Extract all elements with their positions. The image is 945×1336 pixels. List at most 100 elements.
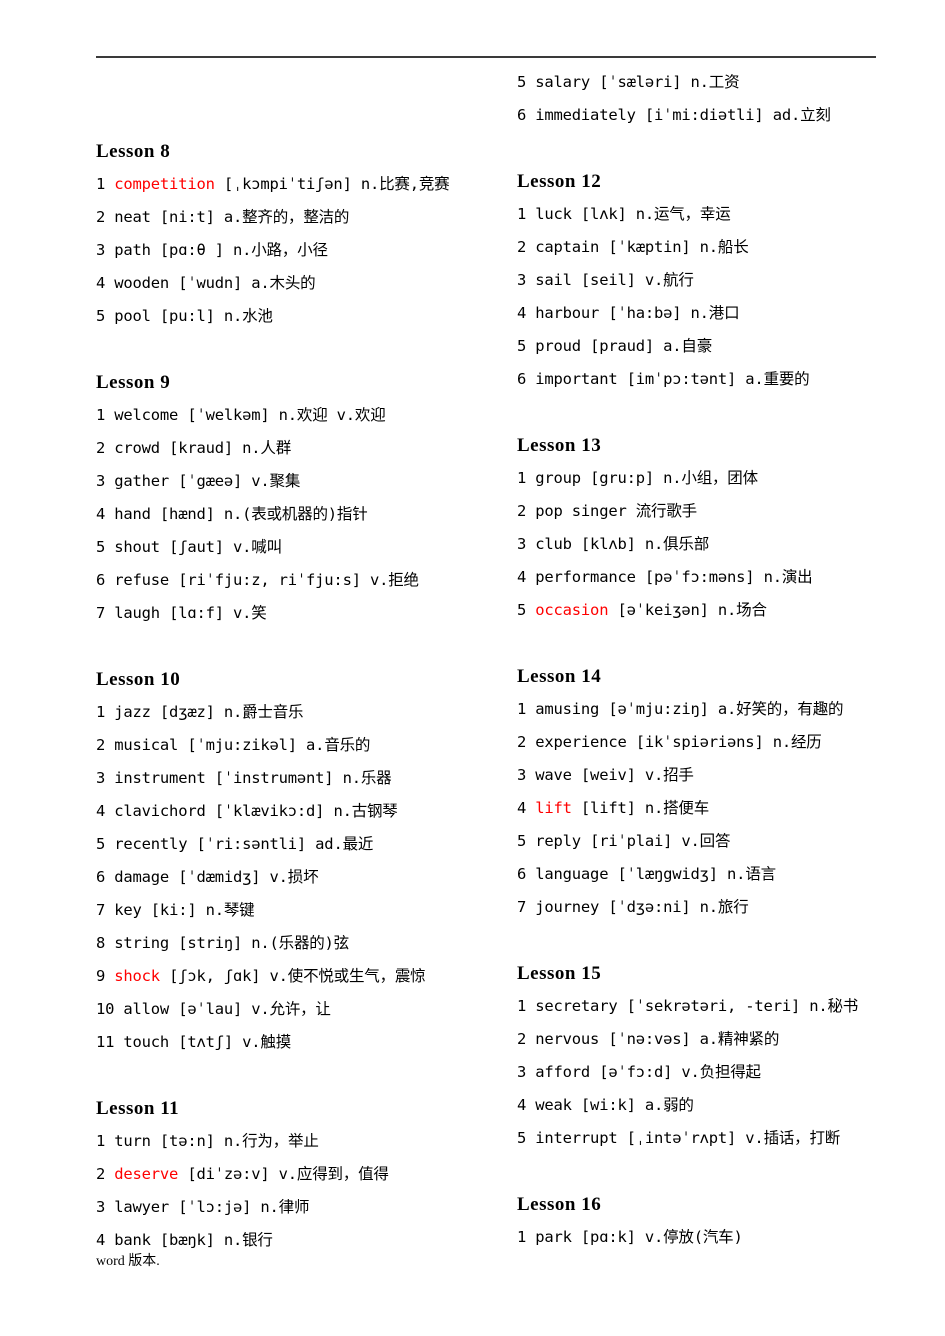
right-column: 5 salary [ˈsæləri] n.工资 6 immediately [iˈ… [517,0,937,1254]
entry-meaning: v.插话，打断 [736,1129,841,1147]
entry-number: 2 [517,238,536,256]
vocabulary-entry: 3 lawyer [ˈlɔ:jə] n.律师 [96,1191,516,1224]
entry-meaning: n.俱乐部 [635,535,710,553]
entry-number: 4 [517,799,536,817]
entry-phonetic: [iˈmi:diətli] [635,106,764,124]
entry-word: path [114,241,151,259]
entry-word: wooden [114,274,170,292]
entry-phonetic: [bæŋk] [150,1231,215,1249]
entry-word: sail [535,271,572,289]
vocabulary-entry: 7 key [ki:] n.琴键 [96,894,516,927]
entry-meaning: ad.立刻 [763,106,831,124]
entry-number: 2 [96,208,115,226]
entry-meaning: n.比赛,竞赛 [351,175,450,193]
entry-number: 1 [517,469,536,487]
entry-number: 1 [96,1132,115,1150]
vocabulary-entry: 2 neat [ni:t] a.整齐的，整洁的 [96,201,516,234]
vocabulary-entry: 5 shout [ʃaut] v.喊叫 [96,531,516,564]
entry-number: 6 [96,868,115,886]
entry-word: wave [535,766,572,784]
entry-word: park [535,1228,572,1246]
entry-meaning: v.拒绝 [360,571,419,589]
entry-word: experience [535,733,627,751]
entry-word: touch [123,1033,170,1051]
vocabulary-entry: 10 allow [əˈlau] v.允许，让 [96,993,516,1026]
entry-meaning: n.演出 [754,568,813,586]
entry-phonetic: [klʌb] [571,535,636,553]
entry-word: reply [535,832,581,850]
lesson-block: Lesson 13 1 group [gru:p] n.小组，团体 2 pop si… [517,396,937,627]
entry-number: 5 [517,337,536,355]
entry-word: deserve [114,1165,179,1183]
entry-number: 5 [517,832,536,850]
entry-number: 1 [96,406,115,424]
entry-word: interrupt [535,1129,618,1147]
entry-phonetic: [ˈsæləri] [590,73,682,91]
entry-number: 2 [96,439,115,457]
entry-phonetic: [ˈsekrətəri, -teri] [617,997,801,1015]
entry-word: afford [535,1063,591,1081]
entry-phonetic: [ˈkæptin] [599,238,691,256]
entry-phonetic: [əˈlau] [169,1000,243,1018]
entry-meaning: a.好笑的，有趣的 [708,700,844,718]
entry-number: 3 [517,1063,536,1081]
vocabulary-entry: 4 lift [lift] n.搭便车 [517,792,937,825]
vocabulary-entry: 6 immediately [iˈmi:diətli] ad.立刻 [517,99,937,132]
entry-word: important [535,370,618,388]
vocabulary-entry: 11 touch [tʌtʃ] v.触摸 [96,1026,516,1059]
entry-word: secretary [535,997,618,1015]
vocabulary-entry: 1 park [pɑ:k] v.停放(汽车) [517,1221,937,1254]
vocabulary-entry: 5 salary [ˈsæləri] n.工资 [517,66,937,99]
lesson-block: Lesson 14 1 amusing [əˈmju:ziŋ] a.好笑的，有趣的… [517,627,937,924]
entry-meaning: n.人群 [233,439,291,457]
entry-meaning: n.工资 [681,73,740,91]
entry-word: neat [114,208,151,226]
entry-word: captain [535,238,600,256]
entry-number: 6 [517,106,536,124]
entry-word: proud [535,337,581,355]
entry-number: 2 [96,1165,115,1183]
entry-number: 3 [96,472,115,490]
entry-meaning: n.船长 [690,238,749,256]
entry-phonetic: [ikˈspiəriəns] [626,733,764,751]
entry-meaning: n.(乐器的)弦 [242,934,349,952]
lesson-block: Lesson 10 1 jazz [dʒæz] n.爵士音乐 2 musical [… [96,630,516,1059]
entry-phonetic: [pɑ:k] [571,1228,636,1246]
entry-word: hand [114,505,151,523]
entry-number: 6 [517,865,536,883]
entry-phonetic: [praud] [580,337,654,355]
entry-meaning: n.(表或机器的)指针 [214,505,368,523]
entry-word: harbour [535,304,600,322]
entry-phonetic: [ˈdæmidʒ] [169,868,261,886]
vocabulary-entry: 1 luck [lʌk] n.运气，幸运 [517,198,937,231]
entry-word: salary [535,73,591,91]
entry-meaning: n.行为，举止 [214,1132,319,1150]
vocabulary-entry: 5 interrupt [ˌintəˈrʌpt] v.插话，打断 [517,1122,937,1155]
vocabulary-entry: 2 experience [ikˈspiəriəns] n.经历 [517,726,937,759]
entry-number: 4 [96,802,115,820]
entry-phonetic: [ˈklævikɔ:d] [205,802,325,820]
left-column: Lesson 8 1 competition [ˌkɔmpiˈtiʃən] n.比… [96,0,516,1257]
vocabulary-entry: 2 pop singer 流行歌手 [517,495,937,528]
lesson-block: Lesson 16 1 park [pɑ:k] v.停放(汽车) [517,1155,937,1254]
lesson-title: Lesson 16 [517,1194,602,1215]
vocabulary-entry: 9 shock [ʃɔk, ʃɑk] v.使不悦或生气，震惊 [96,960,516,993]
entry-word: damage [114,868,170,886]
entry-word: group [535,469,581,487]
entry-meaning: n.古钢琴 [324,802,398,820]
entry-number: 4 [96,274,115,292]
entry-number: 1 [96,175,115,193]
lesson-block: Lesson 15 1 secretary [ˈsekrətəri, -teri]… [517,924,937,1155]
lesson-title: Lesson 14 [517,666,602,687]
entry-number: 5 [96,835,115,853]
entry-meaning: n.搭便车 [635,799,710,817]
entry-phonetic: [imˈpɔ:tənt] [617,370,737,388]
vocabulary-entry: 2 deserve [diˈzə:v] v.应得到，值得 [96,1158,516,1191]
entry-word: welcome [114,406,179,424]
entry-number: 3 [96,1198,115,1216]
vocabulary-entry: 2 nervous [ˈnə:vəs] a.精神紧的 [517,1023,937,1056]
entry-number: 8 [96,934,115,952]
entry-word: competition [114,175,215,193]
